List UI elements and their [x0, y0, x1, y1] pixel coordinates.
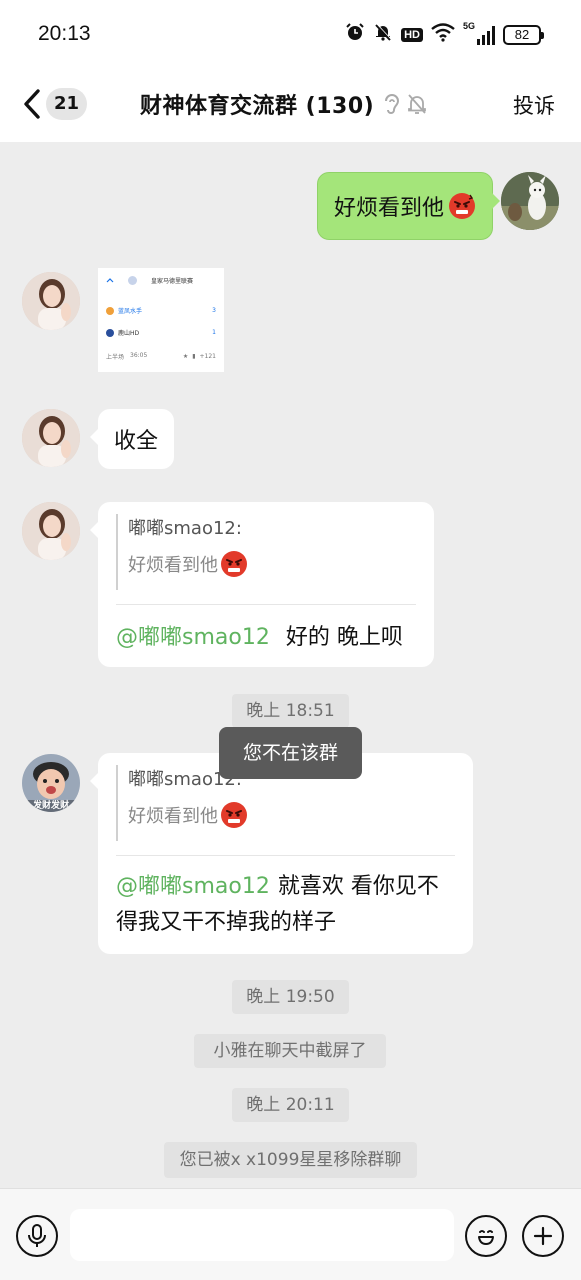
angry-emoji-icon [221, 802, 247, 828]
emoji-button[interactable] [465, 1215, 507, 1257]
message-bubble-self[interactable]: 好烦看到他 [316, 172, 501, 240]
mute-bell-icon [408, 94, 427, 114]
message-text: 收全 [114, 429, 159, 454]
match-clock: 36:05 [130, 352, 148, 359]
avatar-member-1[interactable] [22, 272, 80, 330]
voice-button[interactable] [16, 1215, 58, 1257]
page-title: 财神体育交流群 (130) [140, 94, 375, 119]
hd-badge: HD [401, 28, 423, 42]
title-wrap: 财神体育交流群 (130) [140, 88, 428, 120]
thumb-header: 皇家马德里联赛 [106, 276, 216, 285]
message-text: 就喜欢 看你见不 [277, 874, 439, 899]
toast-message: 您不在该群 [219, 727, 362, 779]
team-logo-icon [106, 328, 114, 337]
match-period: 上半场 [106, 354, 125, 361]
cell-signal-icon: 5G [463, 21, 495, 45]
more-count: +121 [199, 353, 216, 360]
quoted-reply-bubble[interactable]: 嘟嘟smao12: 好烦看到他 @嘟嘟smao12 就喜欢 看你见不 得我又干不掉… [90, 753, 473, 954]
chat-header: 21 财神体育交流群 (130) 投诉 [0, 70, 581, 142]
mention-link[interactable]: @嘟嘟smao12 [116, 625, 270, 650]
system-notice: 小雅在聊天中截屏了 [194, 1034, 386, 1068]
status-icons: HD 5G 82 [345, 21, 544, 48]
message-text: 得我又干不掉我的样子 [116, 910, 337, 935]
status-bar: 20:13 HD 5G 82 [0, 0, 581, 70]
avatar-caption: 发财发财 [32, 801, 69, 811]
timestamp: 晚上 19:50 [232, 980, 349, 1014]
team-score: 1 [212, 329, 216, 336]
quote-text-row: 好烦看到他 [128, 795, 248, 835]
league-logo-icon [128, 276, 137, 285]
thumb-title: 皇家马德里联赛 [151, 278, 194, 285]
reply-text: @嘟嘟smao12 就喜欢 看你见不 得我又干不掉我的样子 [116, 869, 439, 941]
angry-emoji-icon [449, 193, 475, 219]
quote-text: 好烦看到他 [128, 555, 218, 576]
team-name: 鹿山HD [118, 330, 140, 337]
message-text: 好烦看到他 [333, 196, 444, 221]
quote-block: 嘟嘟smao12: 好烦看到他 [116, 514, 248, 590]
title-icons [382, 92, 428, 116]
battery-indicator: 82 [503, 25, 544, 45]
message-list[interactable]: 好烦看到他 皇家马德里联赛 蓝凤水手 3 鹿山HD 1 上半场 36:05 ★ … [0, 142, 581, 1188]
star-icon: ★ [182, 353, 189, 360]
divider [116, 604, 416, 605]
avatar-member-2[interactable]: 发财发财 [22, 754, 80, 812]
divider [116, 855, 455, 856]
mention-link[interactable]: @嘟嘟smao12 [116, 874, 270, 899]
team-logo-icon [106, 306, 114, 315]
avatar-self[interactable] [501, 172, 559, 230]
more-button[interactable] [522, 1215, 564, 1257]
quoted-reply-bubble[interactable]: 嘟嘟smao12: 好烦看到他 @嘟嘟smao12 好的 晚上呗 [90, 502, 434, 667]
back-button[interactable]: 21 [22, 88, 88, 120]
thumb-team-row: 鹿山HD 1 [106, 328, 216, 337]
microphone-icon [28, 1224, 46, 1247]
status-time: 20:13 [38, 22, 91, 45]
message-bubble[interactable]: 收全 [89, 409, 175, 469]
network-type: 5G [463, 21, 476, 31]
mute-bell-icon [373, 22, 393, 48]
system-notice: 您已被x x1099星星移除群聊 [164, 1142, 417, 1178]
thumb-footer: 上半场 36:05 ★ ▮ +121 [106, 352, 216, 361]
quote-author: 嘟嘟smao12: [128, 518, 242, 539]
quote-text-row: 好烦看到他 [128, 544, 248, 584]
chevron-left-icon [24, 89, 40, 119]
avatar-member-1[interactable] [22, 502, 80, 560]
plus-icon [533, 1226, 553, 1246]
smiley-icon [478, 1230, 494, 1245]
timestamp: 晚上 20:11 [232, 1088, 349, 1122]
complain-button[interactable]: 投诉 [513, 90, 555, 120]
wifi-icon [431, 22, 455, 48]
reply-text: @嘟嘟smao12 好的 晚上呗 [116, 614, 403, 662]
avatar-member-1[interactable] [22, 409, 80, 467]
team-score: 3 [212, 307, 216, 314]
thumb-team-row: 蓝凤水手 3 [106, 306, 216, 315]
alarm-icon [345, 22, 365, 48]
shared-screenshot-image[interactable]: 皇家马德里联赛 蓝凤水手 3 鹿山HD 1 上半场 36:05 ★ ▮ +121 [98, 268, 224, 372]
team-name: 蓝凤水手 [118, 308, 143, 315]
input-bar [0, 1188, 581, 1280]
message-input[interactable] [70, 1209, 454, 1261]
chevron-up-icon [106, 277, 114, 285]
message-text: 好的 晚上呗 [285, 625, 403, 650]
angry-emoji-icon [221, 551, 247, 577]
unread-count-badge: 21 [46, 88, 88, 120]
quote-text: 好烦看到他 [128, 806, 218, 827]
stats-icon: ▮ [192, 353, 196, 360]
ear-icon [385, 94, 400, 114]
timestamp: 晚上 18:51 [232, 694, 349, 728]
